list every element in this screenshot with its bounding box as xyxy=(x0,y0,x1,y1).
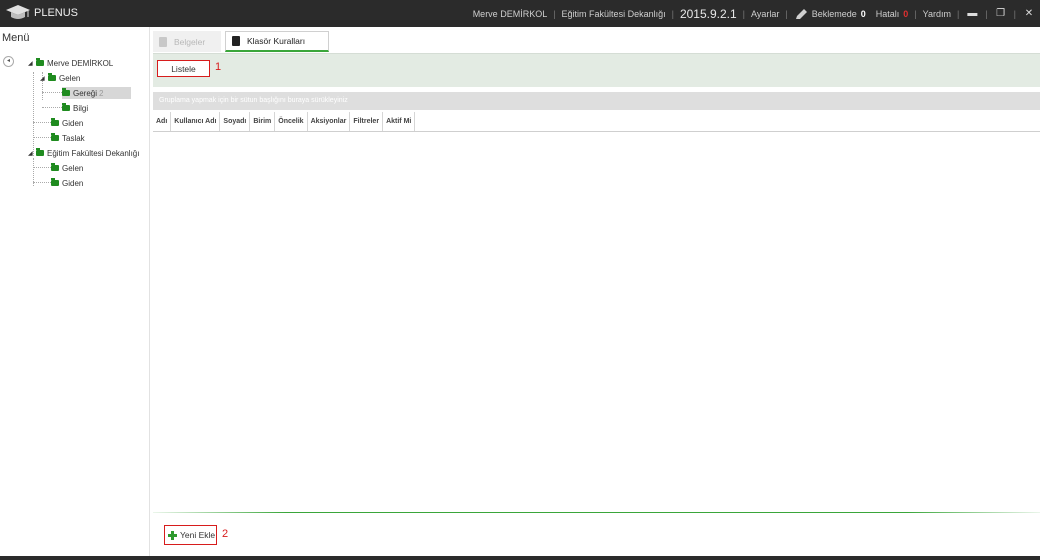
folder-icon xyxy=(62,88,70,96)
column-header-oncelik[interactable]: Öncelik xyxy=(275,112,308,131)
tree-node-geregi[interactable]: Gereği 2 xyxy=(62,87,131,99)
expand-arrow-icon[interactable]: ◢ xyxy=(28,60,36,67)
folder-icon xyxy=(36,58,44,66)
separator: | xyxy=(785,8,788,19)
plus-icon xyxy=(168,530,177,540)
separator: | xyxy=(914,8,917,19)
version-label: 2015.9.2.1 xyxy=(679,6,737,21)
panel-splitter[interactable] xyxy=(149,27,150,560)
column-header-filtreler[interactable]: Filtreler xyxy=(350,112,384,131)
separator: | xyxy=(956,8,960,19)
folder-icon xyxy=(51,118,59,126)
tab-belgeler[interactable]: Belgeler xyxy=(153,31,221,52)
separator: | xyxy=(742,8,745,19)
collapse-menu-icon[interactable]: ◂ xyxy=(3,56,14,67)
tree-node-merve-demirkol[interactable]: ◢ Merve DEMİRKOL xyxy=(28,57,113,69)
app-name: PLENUS xyxy=(34,7,79,19)
column-header-aktif-mi[interactable]: Aktif Mi xyxy=(383,112,416,131)
tab-klasor-kurallari[interactable]: Klasör Kuralları xyxy=(225,31,329,52)
separator: | xyxy=(553,8,556,19)
tree-node-giden[interactable]: Giden xyxy=(51,117,83,129)
restore-icon[interactable]: ❐ xyxy=(994,8,1008,19)
column-header-soyadi[interactable]: Soyadı xyxy=(220,112,251,131)
folder-icon xyxy=(48,73,56,81)
user-name[interactable]: Merve DEMİRKOL xyxy=(473,9,548,19)
error-label[interactable]: Hatalı xyxy=(876,9,900,19)
close-icon[interactable]: ✕ xyxy=(1022,8,1036,19)
callout-number-2: 2 xyxy=(222,528,229,540)
pen-icon xyxy=(795,8,807,19)
settings-link[interactable]: Ayarlar xyxy=(751,9,779,19)
tree-node-taslak[interactable]: Taslak xyxy=(51,132,85,144)
column-header-birim[interactable]: Birim xyxy=(250,112,276,131)
help-link[interactable]: Yardım xyxy=(923,9,951,19)
bottom-bar xyxy=(0,556,1040,560)
tree-node-dept-gelen[interactable]: Gelen xyxy=(51,162,83,174)
tab-strip: Belgeler Klasör Kuralları xyxy=(153,31,329,52)
book-icon xyxy=(159,36,167,47)
toolbar: Listele 1 xyxy=(153,53,1040,87)
folder-icon xyxy=(51,163,59,171)
book-icon xyxy=(232,36,240,46)
column-header-adi[interactable]: Adı xyxy=(153,112,172,131)
tree-node-gelen[interactable]: ◢ Gelen xyxy=(40,72,80,84)
separator: | xyxy=(985,8,988,19)
graduation-cap-icon xyxy=(6,5,30,19)
pending-count: 0 xyxy=(860,8,866,19)
separator: | xyxy=(671,8,674,19)
title-bar: PLENUS Merve DEMİRKOL | Eğitim Fakültesi… xyxy=(0,0,1040,27)
tree-node-egitim-fakultesi[interactable]: ◢ Eğitim Fakültesi Dekanlığı xyxy=(28,147,139,159)
column-header-aksiyonlar[interactable]: Aksiyonlar xyxy=(308,112,351,131)
error-count: 0 xyxy=(903,8,909,19)
separator: | xyxy=(1013,8,1016,19)
folder-icon xyxy=(36,148,44,156)
footer-divider xyxy=(153,512,1040,513)
folder-icon xyxy=(51,178,59,186)
folder-icon xyxy=(51,133,59,141)
column-header-kullanici-adi[interactable]: Kullanıcı Adı xyxy=(171,112,221,131)
expand-arrow-icon[interactable]: ◢ xyxy=(40,75,48,82)
folder-icon xyxy=(62,103,70,111)
titlebar-right: Merve DEMİRKOL | Eğitim Fakültesi Dekanl… xyxy=(473,0,1036,27)
list-button[interactable]: Listele xyxy=(157,60,210,77)
callout-number-1: 1 xyxy=(215,61,222,73)
department-name[interactable]: Eğitim Fakültesi Dekanlığı xyxy=(562,9,666,19)
tree-node-dept-giden[interactable]: Giden xyxy=(51,177,83,189)
pending-label[interactable]: Beklemede xyxy=(812,9,857,19)
add-new-button[interactable]: Yeni Ekle xyxy=(164,525,217,545)
expand-arrow-icon[interactable]: ◢ xyxy=(28,150,36,157)
group-by-panel[interactable]: Gruplama yapmak için bir sütun başlığını… xyxy=(153,92,1040,110)
grid-column-headers: Adı Kullanıcı Adı Soyadı Birim Öncelik A… xyxy=(153,112,1040,132)
minimize-icon[interactable]: ▬ xyxy=(965,8,979,19)
tree-node-bilgi[interactable]: Bilgi xyxy=(62,102,88,114)
menu-title: Menü xyxy=(2,32,30,44)
unread-count: 2 xyxy=(99,88,104,98)
